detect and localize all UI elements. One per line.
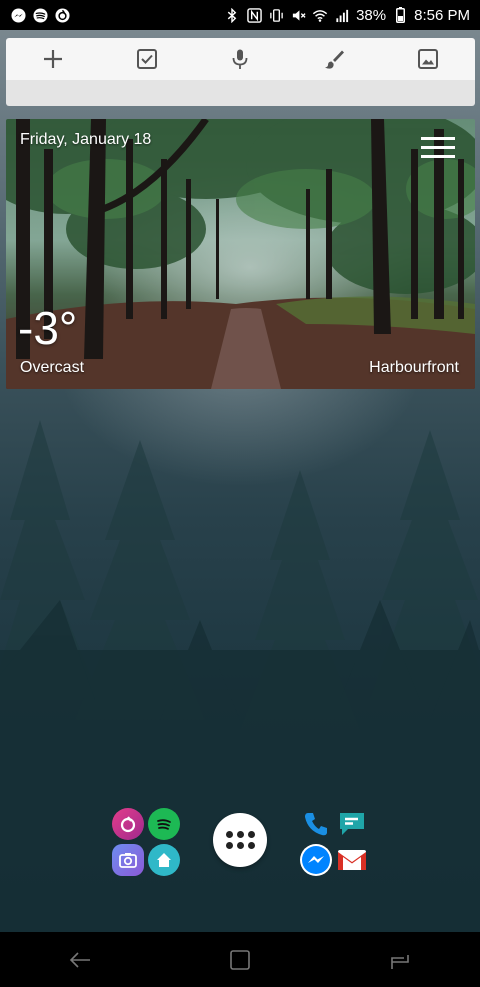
new-list-button[interactable] [125, 39, 169, 79]
messenger-icon [10, 7, 26, 23]
drawing-note-button[interactable] [312, 39, 356, 79]
messenger-icon [302, 846, 330, 874]
firefox-focus-icon [54, 7, 70, 23]
keep-note-area[interactable] [6, 80, 475, 106]
checkbox-icon [136, 49, 157, 69]
weather-menu-button[interactable] [421, 137, 455, 161]
gmail-icon [338, 850, 366, 870]
firefox-focus-app[interactable] [112, 808, 144, 840]
home-square-icon [230, 949, 250, 970]
weather-widget[interactable]: Friday, January 18 -3° Overcast Harbourf… [6, 119, 475, 389]
mute-icon [290, 7, 306, 23]
apps-grid-icon [225, 831, 255, 849]
nfc-icon [246, 7, 262, 23]
home-icon [157, 853, 171, 867]
phone-app[interactable] [300, 808, 332, 840]
menu-line [421, 146, 455, 149]
spotify-icon [32, 7, 48, 23]
camera-app[interactable] [112, 844, 144, 876]
status-right: 38% 8:56 PM [224, 7, 470, 24]
bluetooth-icon [224, 7, 240, 23]
navigation-bar [0, 932, 480, 987]
plus-icon [43, 50, 62, 68]
brush-icon [325, 50, 345, 69]
gmail-app[interactable] [336, 844, 368, 876]
weather-location: Harbourfront [369, 359, 459, 376]
status-bar: 38% 8:56 PM [0, 0, 480, 30]
recents-button[interactable] [370, 935, 430, 985]
app-folder-right[interactable] [300, 806, 368, 876]
image-note-button[interactable] [406, 39, 450, 79]
spotify-app[interactable] [148, 808, 180, 840]
camera-icon [119, 853, 137, 868]
weather-temperature: -3° [18, 302, 78, 354]
firefox-focus-icon [120, 816, 136, 833]
voice-note-button[interactable] [218, 39, 262, 79]
new-note-button[interactable] [31, 39, 75, 79]
signal-icon [334, 7, 350, 23]
menu-line [421, 137, 455, 140]
image-icon [418, 49, 439, 69]
home-button[interactable] [210, 935, 270, 985]
messenger-app[interactable] [300, 844, 332, 876]
keep-toolbar [6, 38, 475, 80]
microphone-icon [233, 49, 248, 69]
apps-drawer-button[interactable] [213, 813, 267, 867]
battery-icon [392, 7, 408, 23]
clock: 8:56 PM [414, 6, 470, 24]
weather-condition: Overcast [20, 359, 85, 376]
messages-app[interactable] [336, 808, 368, 840]
status-left [10, 7, 70, 23]
messages-icon [340, 813, 364, 835]
keep-widget [6, 38, 475, 106]
back-arrow-icon [69, 951, 90, 968]
phone-icon [305, 813, 327, 836]
back-button[interactable] [50, 935, 110, 985]
wifi-icon [312, 7, 328, 23]
app-folder-left[interactable] [110, 806, 180, 876]
recents-icon [391, 954, 409, 969]
spotify-icon [157, 819, 171, 830]
vibrate-icon [268, 7, 284, 23]
menu-line [421, 155, 455, 158]
battery-percent: 38% [356, 6, 387, 24]
weather-date: Friday, January 18 [20, 131, 152, 148]
smart-home-app[interactable] [148, 844, 180, 876]
